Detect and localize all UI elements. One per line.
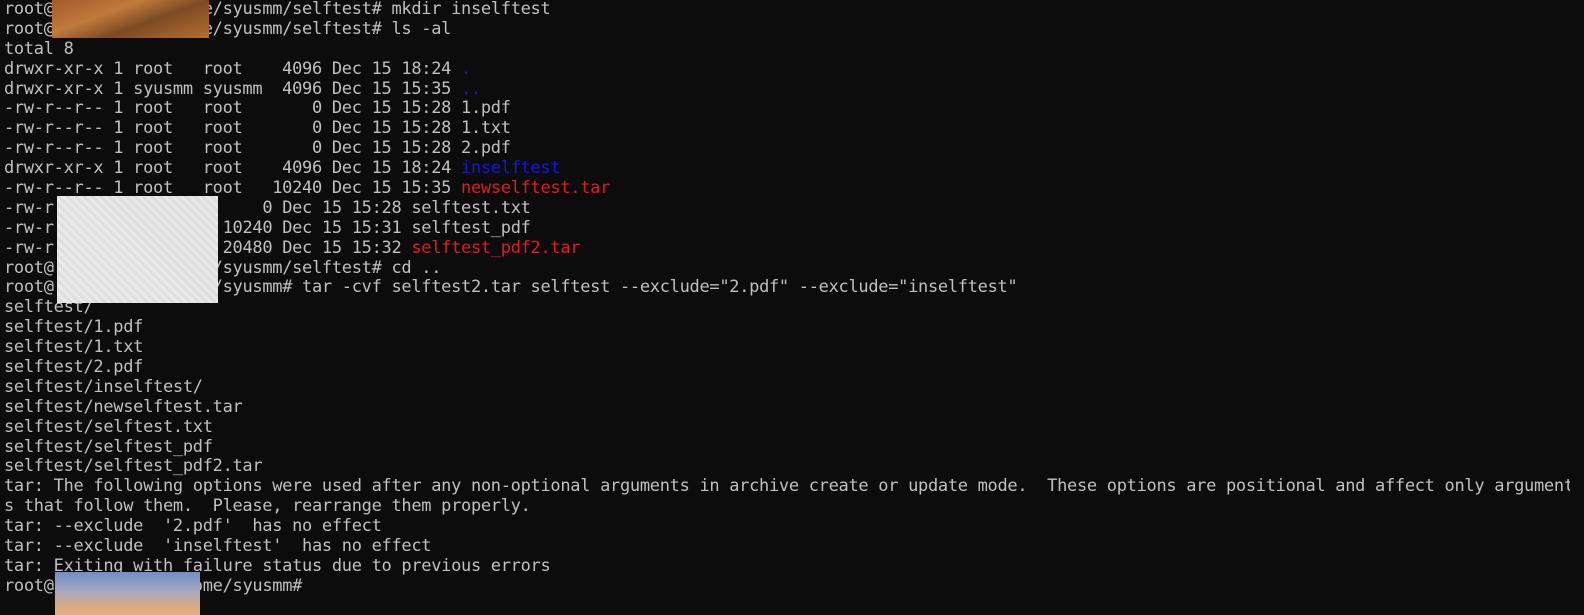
terminal-line: drwxr-xr-x 1 syusmm syusmm 4096 Dec 15 1…	[4, 78, 1574, 100]
terminal-text-segment: -rw-r	[4, 197, 54, 218]
terminal-line: selftest/selftest_pdf2.tar	[4, 457, 1574, 477]
terminal-text-segment: root@	[4, 277, 54, 298]
redacted-hostname-image	[55, 572, 200, 615]
terminal-line: -rw-r--r-- 1 root root 10240 Dec 15 15:3…	[4, 178, 1574, 199]
terminal-text-segment: inselftest	[461, 158, 561, 179]
terminal-text-segment: -rw-r	[4, 217, 54, 238]
terminal-line: -rw-r--r-- 1 root root 0 Dec 15 15:28 1.…	[4, 99, 1574, 119]
terminal-text-segment: drwxr-xr-x 1 root root 4096 Dec 15 18:24	[4, 58, 462, 79]
terminal-line: root@ /home/syusmm/selftest# cd ..	[4, 257, 1574, 279]
terminal-line: root@ /home/syusmm/selftest# ls -al	[4, 18, 1574, 40]
terminal-text-segment: root@	[4, 575, 54, 596]
terminal-line: tar: Exiting with failure status due to …	[4, 556, 1574, 577]
terminal-text-segment: tar: --exclude '2.pdf' has no effect	[4, 516, 382, 537]
terminal-line: selftest/1.pdf	[4, 317, 1574, 338]
terminal-text-segment: root@	[4, 0, 54, 19]
terminal-line: tar: The following options were used aft…	[4, 476, 1574, 497]
terminal-line: -rw-r oot 20480 Dec 15 15:32 selftest_pd…	[4, 237, 1574, 259]
terminal-line: selftest/2.pdf	[4, 357, 1574, 378]
redacted-hostname-image	[57, 196, 218, 303]
terminal-line: root@ :/home/syusmm#	[4, 575, 1574, 597]
terminal-text-segment: ..	[461, 78, 481, 99]
terminal-text-segment: total 8	[4, 38, 74, 59]
terminal-text-segment: -rw-r--r-- 1 root root 0 Dec 15 15:28 1.…	[4, 118, 511, 139]
terminal-text-segment: -rw-r--r-- 1 root root 0 Dec 15 15:28 2.…	[4, 138, 511, 159]
terminal-line: root@ /home/syusmm# tar -cvf selftest2.t…	[4, 278, 1574, 298]
terminal-line: root@ /home/syusmm/selftest# mkdir insel…	[4, 0, 1574, 20]
terminal-text-segment: selftest/inselftest/	[4, 376, 203, 397]
terminal-line: drwxr-xr-x 1 root root 4096 Dec 15 18:24…	[4, 158, 1574, 179]
terminal-line: tar: --exclude 'inselftest' has no effec…	[4, 536, 1574, 557]
terminal-window[interactable]: root@ /home/syusmm/selftest# mkdir insel…	[0, 0, 1584, 615]
terminal-line: selftest/inselftest/	[4, 376, 1574, 398]
redacted-hostname-image	[52, 0, 209, 38]
terminal-text-segment: root@	[4, 257, 54, 278]
terminal-text-segment: selftest/newselftest.tar	[4, 396, 243, 417]
terminal-text-segment: drwxr-xr-x 1 syusmm syusmm 4096 Dec 15 1…	[4, 78, 462, 99]
terminal-text-segment: s that follow them. Please, rearrange th…	[4, 496, 531, 517]
terminal-text-segment: .	[461, 58, 471, 79]
terminal-text-segment: -rw-r--r-- 1 root root 0 Dec 15 15:28 1.…	[4, 98, 511, 119]
terminal-text-segment: selftest/2.pdf	[4, 357, 144, 378]
terminal-output: root@ /home/syusmm/selftest# mkdir insel…	[4, 0, 1574, 597]
terminal-scrollbar[interactable]	[1570, 0, 1584, 615]
terminal-line: selftest/newselftest.tar	[4, 396, 1574, 418]
terminal-text-segment: selftest/1.pdf	[4, 317, 144, 338]
terminal-line: drwxr-xr-x 1 root root 4096 Dec 15 18:24…	[4, 58, 1574, 80]
terminal-line: selftest/	[4, 297, 1574, 318]
terminal-text-segment: selftest/1.txt	[4, 337, 144, 358]
terminal-line: tar: --exclude '2.pdf' has no effect	[4, 516, 1574, 537]
terminal-line: selftest/1.txt	[4, 337, 1574, 358]
terminal-line: -rw-r--r-- 1 root root 0 Dec 15 15:28 1.…	[4, 118, 1574, 139]
terminal-line: -rw-r oot 0 Dec 15 15:28 selftest.txt	[4, 197, 1574, 219]
terminal-line: s that follow them. Please, rearrange th…	[4, 496, 1574, 517]
terminal-line: -rw-r oot 10240 Dec 15 15:31 selftest_pd…	[4, 217, 1574, 239]
terminal-line: selftest/selftest.txt	[4, 416, 1574, 438]
terminal-text-segment: -rw-r	[4, 237, 54, 258]
terminal-text-segment: root@	[4, 18, 54, 39]
terminal-text-segment: drwxr-xr-x 1 root root 4096 Dec 15 18:24	[4, 158, 462, 179]
terminal-text-segment: selftest/selftest_pdf2.tar	[4, 456, 263, 477]
terminal-line: total 8	[4, 38, 1574, 60]
terminal-text-segment: tar: --exclude 'inselftest' has no effec…	[4, 536, 432, 557]
terminal-text-segment: tar: The following options were used aft…	[4, 476, 1574, 497]
terminal-text-segment: selftest/selftest.txt	[4, 416, 213, 437]
terminal-text-segment: selftest/selftest_pdf	[4, 436, 213, 457]
terminal-text-segment: newselftest.tar	[461, 178, 611, 199]
terminal-line: selftest/selftest_pdf	[4, 436, 1574, 458]
terminal-text-segment: selftest_pdf2.tar	[411, 237, 581, 258]
terminal-line: -rw-r--r-- 1 root root 0 Dec 15 15:28 2.…	[4, 138, 1574, 159]
